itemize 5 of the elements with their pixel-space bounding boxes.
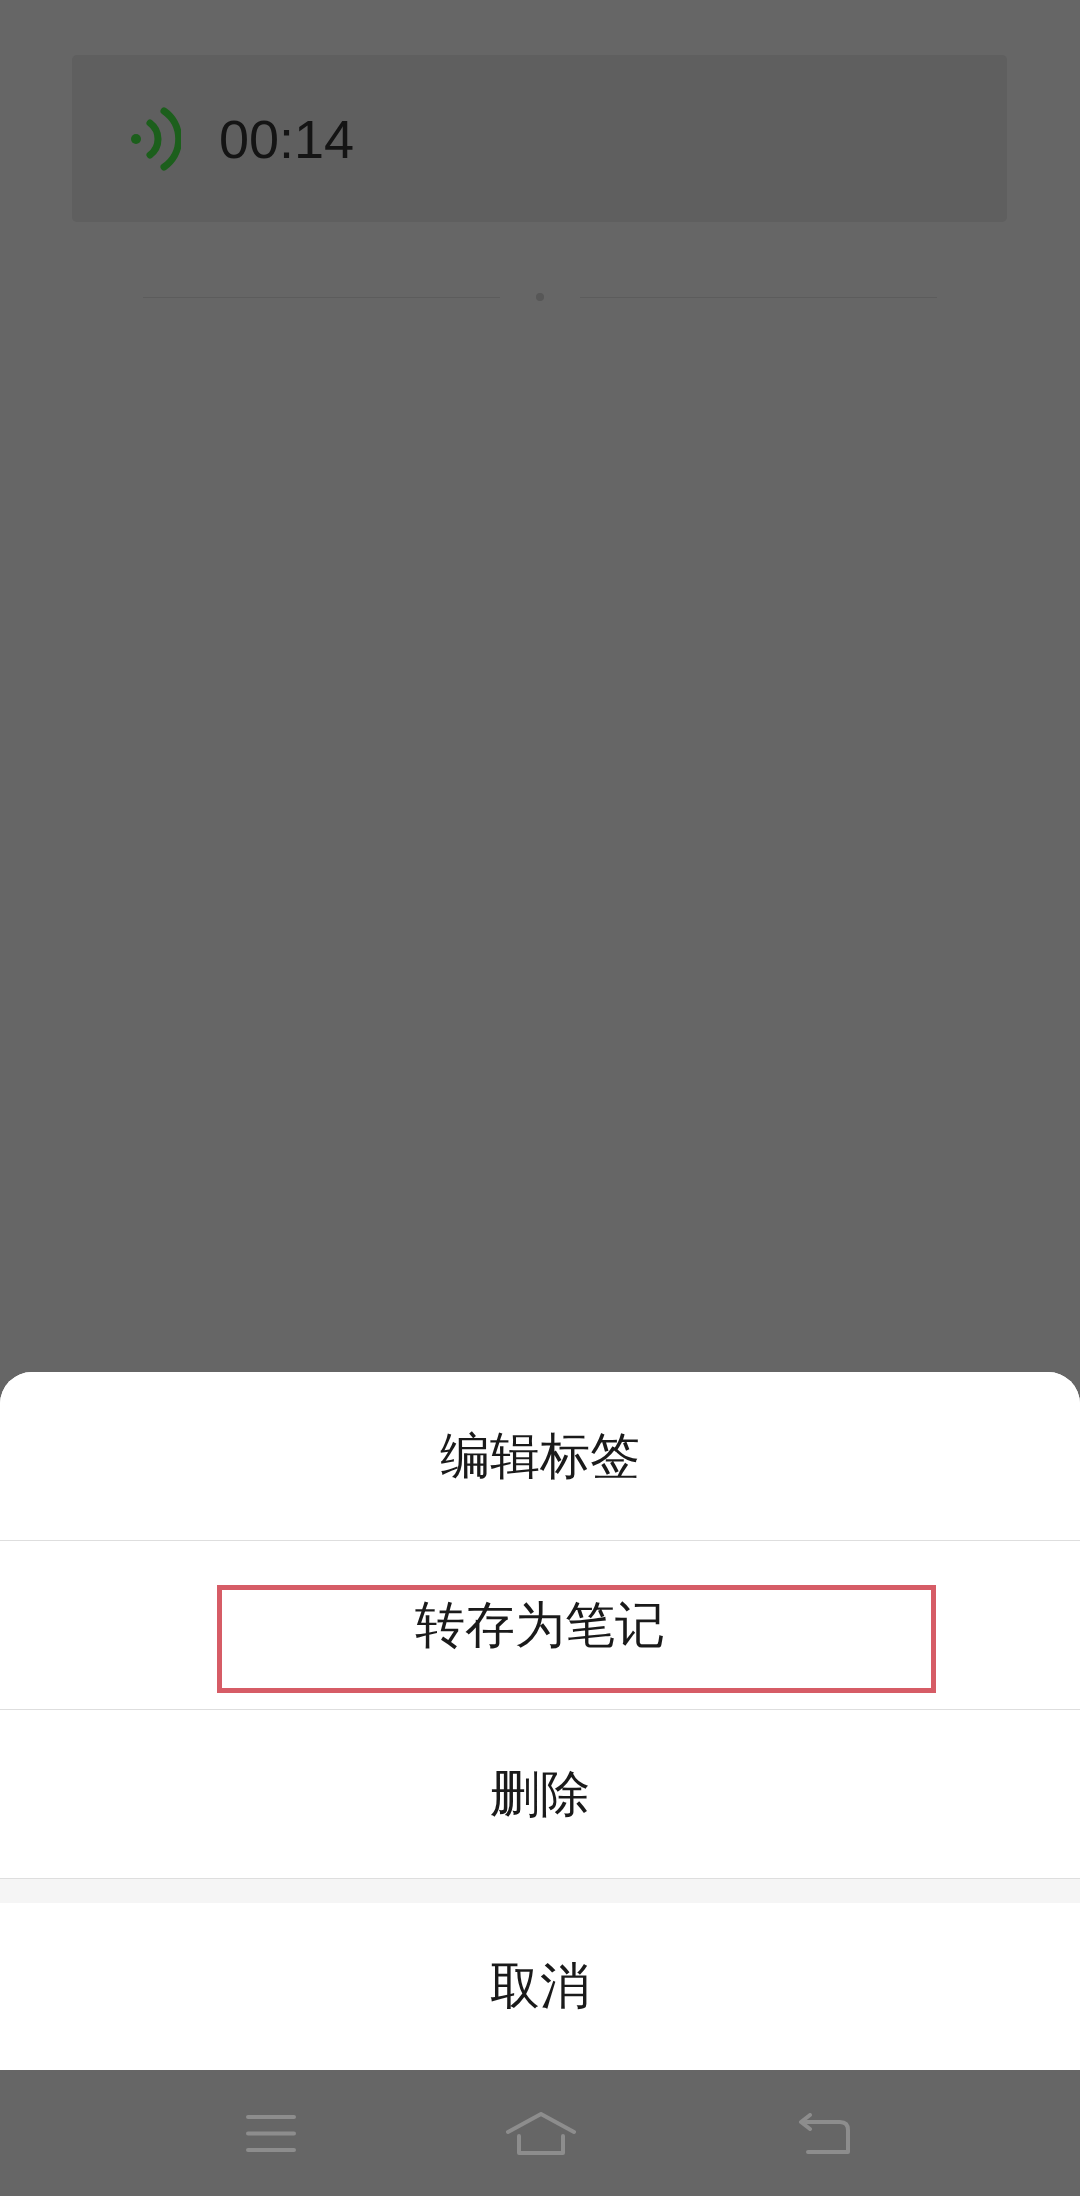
voice-duration: 00:14 (219, 107, 355, 170)
back-icon[interactable] (798, 2112, 850, 2154)
home-icon[interactable] (506, 2111, 576, 2155)
menu-icon[interactable] (246, 2114, 296, 2152)
sound-wave-icon (131, 106, 181, 171)
